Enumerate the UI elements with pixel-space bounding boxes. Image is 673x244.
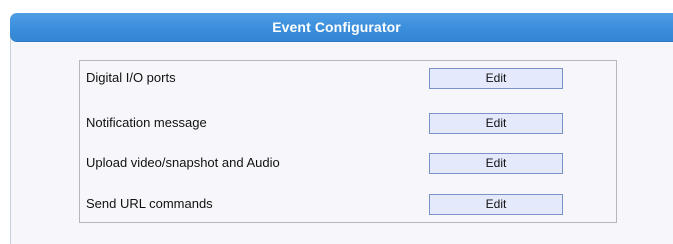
event-row-digital-io: Digital I/O ports Edit [80, 65, 616, 91]
edit-digital-io-button[interactable]: Edit [429, 68, 563, 89]
event-options-table: Digital I/O ports Edit Notification mess… [79, 60, 617, 223]
edit-url-commands-button[interactable]: Edit [429, 194, 563, 215]
event-row-label: Upload video/snapshot and Audio [86, 155, 280, 170]
event-row-notification: Notification message Edit [80, 110, 616, 136]
event-row-url-commands: Send URL commands Edit [80, 191, 616, 217]
panel-title: Event Configurator [272, 19, 401, 35]
event-row-label: Send URL commands [86, 196, 213, 211]
panel-header: Event Configurator [10, 13, 673, 42]
edit-upload-button[interactable]: Edit [429, 153, 563, 174]
event-row-upload: Upload video/snapshot and Audio Edit [80, 150, 616, 176]
event-row-label: Notification message [86, 115, 207, 130]
edit-notification-button[interactable]: Edit [429, 113, 563, 134]
event-row-label: Digital I/O ports [86, 70, 176, 85]
